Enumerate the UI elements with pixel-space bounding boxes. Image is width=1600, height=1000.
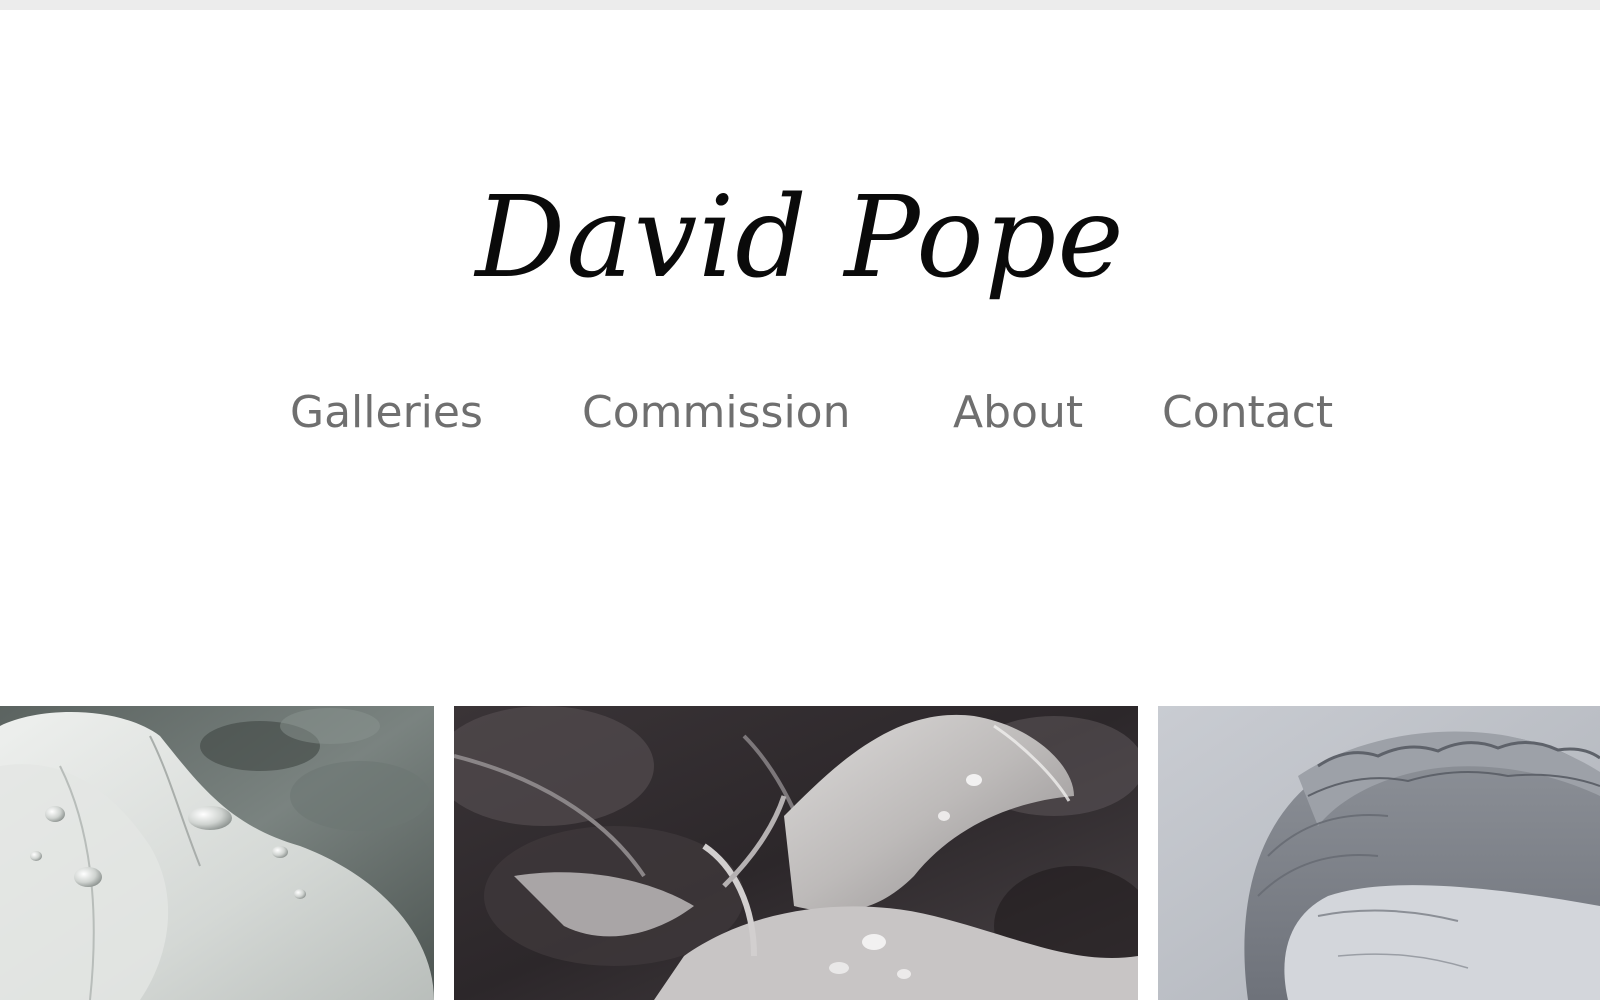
flower-artwork-image: [454, 706, 1138, 1000]
site-title[interactable]: David Pope: [0, 168, 1600, 308]
nav-link-about[interactable]: About: [953, 383, 1083, 443]
nav-link-commission[interactable]: Commission: [582, 383, 850, 443]
nav-link-galleries[interactable]: Galleries: [290, 383, 483, 443]
main-nav: Galleries Commission About Contact: [0, 383, 1600, 443]
top-bar: [0, 0, 1600, 10]
portrait-artwork-image: [1158, 706, 1600, 1000]
gallery-tile-flower[interactable]: [454, 706, 1138, 1000]
gallery-tile-portrait[interactable]: [1158, 706, 1600, 1000]
gallery-strip: [0, 706, 1600, 1000]
gallery-tile-petal[interactable]: [0, 706, 434, 1000]
petal-artwork-image: [0, 706, 434, 1000]
nav-link-contact[interactable]: Contact: [1162, 383, 1333, 443]
